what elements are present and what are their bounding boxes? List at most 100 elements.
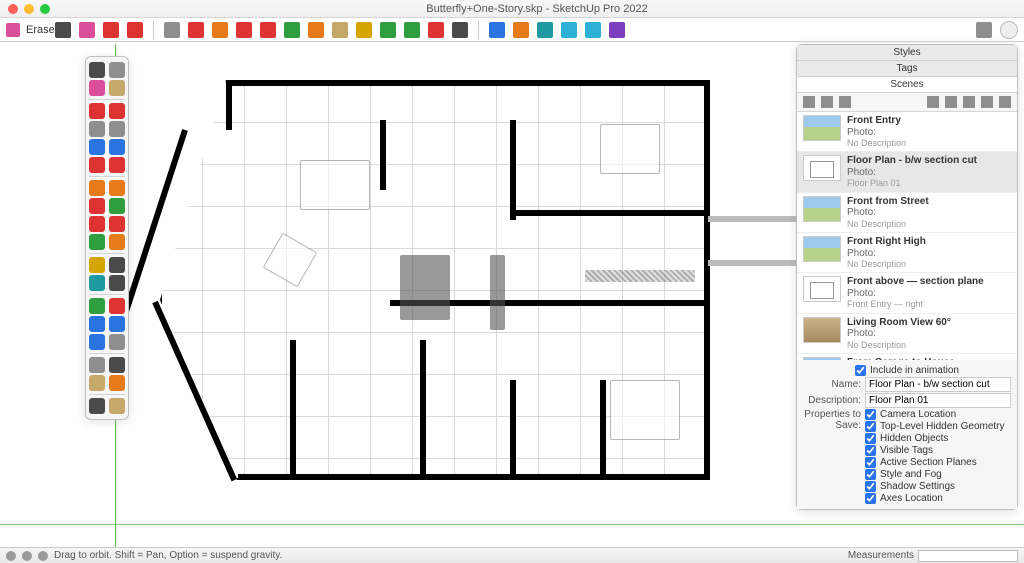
pushpull-icon[interactable] — [89, 180, 105, 196]
extensions-icon[interactable] — [537, 22, 553, 38]
eraser-icon[interactable] — [79, 22, 95, 38]
walk-icon[interactable] — [89, 375, 105, 391]
section-icon[interactable] — [609, 22, 625, 38]
outer-shell-icon[interactable] — [109, 198, 125, 214]
dot-icon[interactable] — [38, 551, 48, 561]
orbit-icon[interactable] — [404, 22, 420, 38]
addlocation-icon[interactable] — [489, 22, 505, 38]
list-icon[interactable] — [963, 96, 975, 108]
orbit-icon[interactable] — [89, 298, 105, 314]
account-icon[interactable] — [1000, 21, 1018, 39]
polygon-icon[interactable] — [109, 139, 125, 155]
circle-icon[interactable] — [188, 22, 204, 38]
scene-row[interactable]: Front above — section planePhoto:Front E… — [797, 273, 1017, 313]
scene-row[interactable]: Front Right HighPhoto:No Description — [797, 233, 1017, 273]
axes-icon[interactable] — [89, 275, 105, 291]
tab-scenes[interactable]: Scenes — [797, 77, 1017, 93]
move-icon[interactable] — [89, 216, 105, 232]
search-icon[interactable] — [976, 22, 992, 38]
zoomwindow-icon[interactable] — [109, 316, 125, 332]
2parc-icon[interactable] — [109, 157, 125, 173]
scene-description: Floor Plan 01 — [847, 178, 977, 188]
prop-checkbox[interactable] — [865, 433, 876, 444]
measurements-input[interactable] — [918, 550, 1018, 562]
arc-icon[interactable] — [89, 157, 105, 173]
scene-row[interactable]: Front EntryPhoto:No Description — [797, 112, 1017, 152]
scene-description-input[interactable] — [865, 393, 1011, 408]
followme-icon[interactable] — [109, 180, 125, 196]
move-icon[interactable] — [260, 22, 276, 38]
tape-icon[interactable] — [332, 22, 348, 38]
position-camera-icon[interactable] — [89, 357, 105, 373]
menu-icon[interactable] — [999, 96, 1011, 108]
lasso-icon[interactable] — [109, 62, 125, 78]
offset-icon[interactable] — [89, 198, 105, 214]
scene-list[interactable]: Front EntryPhoto:No DescriptionFloor Pla… — [797, 112, 1017, 360]
refresh-icon[interactable] — [803, 96, 815, 108]
outliner-icon[interactable] — [585, 22, 601, 38]
close-icon[interactable] — [8, 4, 18, 14]
scale-icon[interactable] — [308, 22, 324, 38]
pushpull-icon[interactable] — [212, 22, 228, 38]
prop-checkbox[interactable] — [865, 493, 876, 504]
zoom-icon[interactable] — [40, 4, 50, 14]
scene-row[interactable]: Living Room View 60°Photo:No Description — [797, 314, 1017, 354]
previous-icon[interactable] — [109, 334, 125, 350]
minimize-icon[interactable] — [24, 4, 34, 14]
remove-scene-icon[interactable] — [839, 96, 851, 108]
pan-icon[interactable] — [428, 22, 444, 38]
tab-styles[interactable]: Styles — [797, 45, 1017, 61]
circle-icon[interactable] — [89, 139, 105, 155]
text-icon[interactable] — [356, 22, 372, 38]
line-icon[interactable] — [89, 103, 105, 119]
include-in-animation-checkbox[interactable] — [855, 365, 866, 376]
paintbucket-icon[interactable] — [109, 80, 125, 96]
status-hint: Drag to orbit. Shift = Pan, Option = sus… — [54, 550, 282, 561]
paint-icon[interactable] — [380, 22, 396, 38]
freehand-icon[interactable] — [109, 103, 125, 119]
zoom-icon[interactable] — [452, 22, 468, 38]
scene-row[interactable]: Front from StreetPhoto:No Description — [797, 193, 1017, 233]
scene-down-icon[interactable] — [945, 96, 957, 108]
rotate-icon[interactable] — [284, 22, 300, 38]
zoomextents-icon[interactable] — [89, 334, 105, 350]
rotrect-icon[interactable] — [109, 121, 125, 137]
credits-icon[interactable] — [22, 551, 32, 561]
dimension-icon[interactable] — [89, 257, 105, 273]
layers-icon[interactable] — [561, 22, 577, 38]
eraser-icon[interactable] — [89, 80, 105, 96]
thumb-icon[interactable] — [981, 96, 993, 108]
rectangle-icon[interactable] — [164, 22, 180, 38]
prop-checkbox[interactable] — [865, 481, 876, 492]
pan-icon[interactable] — [109, 298, 125, 314]
3dwarehouse-icon[interactable] — [513, 22, 529, 38]
select-icon[interactable] — [89, 62, 105, 78]
zoom-icon[interactable] — [89, 316, 105, 332]
scene-row[interactable]: Floor Plan - b/w section cutPhoto:Floor … — [797, 152, 1017, 192]
active-tool-label: Eraser — [26, 24, 58, 36]
prop-checkbox[interactable] — [865, 457, 876, 468]
text-icon[interactable] — [109, 257, 125, 273]
scene-up-icon[interactable] — [927, 96, 939, 108]
addlocation-icon[interactable] — [89, 398, 105, 414]
lookaround-icon[interactable] — [109, 357, 125, 373]
sectionplane-icon[interactable] — [109, 375, 125, 391]
add-scene-icon[interactable] — [821, 96, 833, 108]
geo-icon[interactable] — [6, 551, 16, 561]
photo-icon[interactable] — [109, 398, 125, 414]
3dtext-icon[interactable] — [109, 275, 125, 291]
prop-checkbox[interactable] — [865, 421, 876, 432]
scale-icon[interactable] — [89, 234, 105, 250]
prop-checkbox[interactable] — [865, 469, 876, 480]
tape-icon[interactable] — [109, 234, 125, 250]
tab-tags[interactable]: Tags — [797, 61, 1017, 77]
select-icon[interactable] — [55, 22, 71, 38]
rotate-icon[interactable] — [109, 216, 125, 232]
offset-icon[interactable] — [236, 22, 252, 38]
line-icon[interactable] — [103, 22, 119, 38]
prop-checkbox[interactable] — [865, 445, 876, 456]
scene-name-input[interactable] — [865, 377, 1011, 392]
rectangle-icon[interactable] — [89, 121, 105, 137]
arc-icon[interactable] — [127, 22, 143, 38]
prop-checkbox[interactable] — [865, 409, 876, 420]
